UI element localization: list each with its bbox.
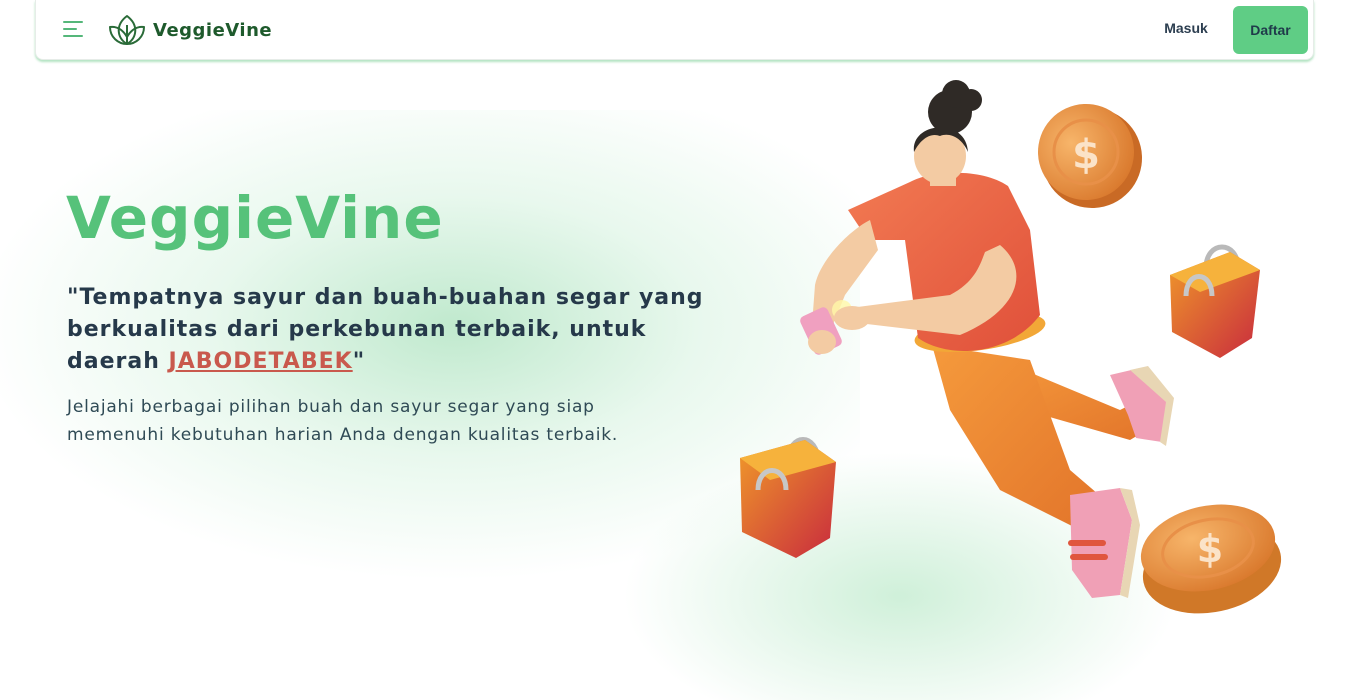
- region-highlight: JABODETABEK: [168, 349, 353, 374]
- navbar: VeggieVine Masuk Daftar: [35, 0, 1314, 60]
- hero-tagline: "Tempatnya sayur dan buah-buahan segar y…: [67, 282, 707, 378]
- coin-symbol: $: [1072, 132, 1100, 178]
- brand-logo[interactable]: VeggieVine: [108, 13, 272, 47]
- shopping-bag-icon: [1170, 244, 1260, 358]
- hero-title: VeggieVine: [66, 184, 444, 252]
- shopping-bag-icon: [740, 437, 836, 558]
- brand-name: VeggieVine: [153, 19, 273, 41]
- coin-symbol: $: [1197, 527, 1223, 571]
- login-button[interactable]: Masuk: [1156, 20, 1216, 36]
- leaf-logo-icon: [109, 15, 145, 45]
- hero-illustration: $ $: [740, 80, 1282, 614]
- hero-description: Jelajahi berbagai pilihan buah dan sayur…: [67, 397, 619, 445]
- register-button[interactable]: Daftar: [1233, 6, 1308, 54]
- hamburger-menu-icon[interactable]: [63, 21, 83, 39]
- tagline-close-quote: ": [352, 349, 366, 374]
- coin-icon: $: [1038, 104, 1142, 208]
- coin-icon: $: [1140, 504, 1282, 614]
- tagline-text: "Tempatnya sayur dan buah-buahan segar y…: [67, 285, 704, 374]
